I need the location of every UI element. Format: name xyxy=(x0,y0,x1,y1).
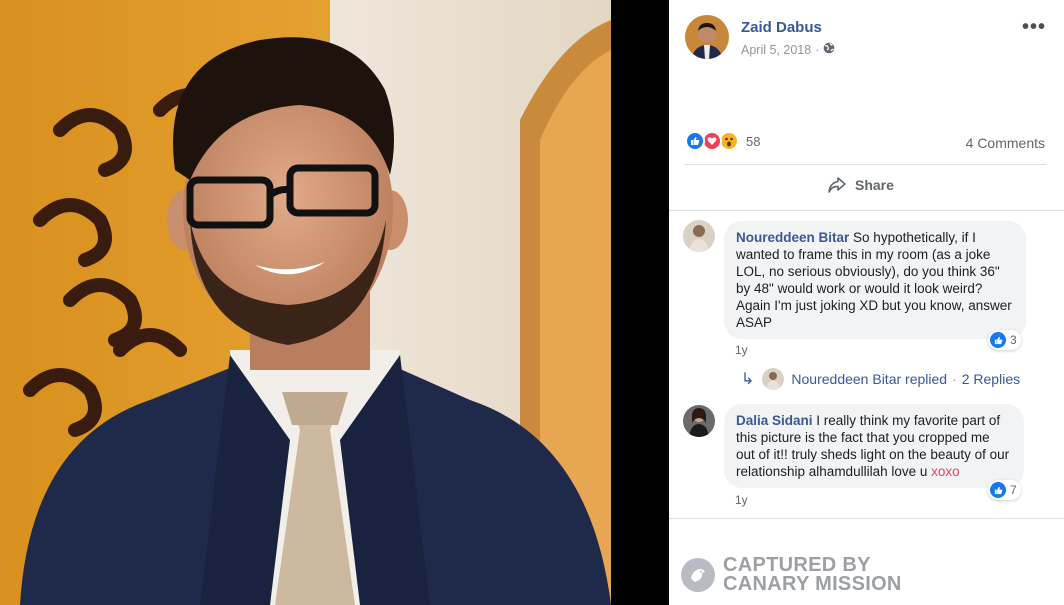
like-count: 3 xyxy=(1010,333,1017,347)
like-count: 7 xyxy=(1010,483,1017,497)
comments-count-link[interactable]: 4 Comments xyxy=(966,135,1045,151)
divider xyxy=(684,164,1046,165)
watermark-line-2: CANARY MISSION xyxy=(723,573,902,595)
post-meta: April 5, 2018 · xyxy=(741,42,835,57)
canary-bird-icon xyxy=(681,558,715,592)
post-date[interactable]: April 5, 2018 xyxy=(741,43,811,57)
author-name[interactable]: Zaid Dabus xyxy=(741,19,822,36)
comment-bubble: Noureddeen Bitar So hypothetically, if I… xyxy=(724,221,1026,339)
share-label: Share xyxy=(855,177,894,193)
canary-mission-watermark: CAPTURED BY CANARY MISSION xyxy=(681,555,902,595)
reply-arrow-icon: ↳ xyxy=(741,371,755,388)
author-avatar[interactable] xyxy=(685,15,729,59)
post-sidebar: Zaid Dabus April 5, 2018 · ••• 58 4 Comm… xyxy=(669,0,1064,605)
reply-author: Noureddeen Bitar replied xyxy=(791,371,948,387)
comment-like-count[interactable]: 3 xyxy=(988,330,1021,350)
comment-text: So hypothetically, if I wanted to frame … xyxy=(736,230,1012,330)
comment-like-count[interactable]: 7 xyxy=(988,480,1021,500)
divider xyxy=(669,518,1064,519)
globe-icon[interactable] xyxy=(823,42,835,57)
reactions-summary[interactable]: 58 xyxy=(685,131,760,151)
like-reaction-icon xyxy=(685,131,705,151)
more-options-button[interactable]: ••• xyxy=(1022,16,1046,39)
thumbs-up-icon xyxy=(990,332,1006,348)
view-replies-link[interactable]: ↳ Noureddeen Bitar replied · 2 Replies xyxy=(741,368,1020,390)
comment-highlight: xoxo xyxy=(931,464,960,479)
comment-age[interactable]: 1y xyxy=(735,493,748,507)
share-icon xyxy=(828,177,846,193)
reaction-count: 58 xyxy=(746,133,761,149)
commenter-avatar[interactable] xyxy=(683,405,715,437)
divider xyxy=(669,210,1064,211)
photo-viewer xyxy=(0,0,669,605)
wow-reaction-icon xyxy=(719,131,739,151)
share-button[interactable]: Share xyxy=(827,176,894,194)
reply-avatar xyxy=(762,368,785,390)
commenter-avatar[interactable] xyxy=(683,220,715,252)
commenter-name[interactable]: Noureddeen Bitar xyxy=(736,230,849,245)
love-reaction-icon xyxy=(702,131,722,151)
reply-count: 2 Replies xyxy=(961,371,1021,387)
reply-separator: · xyxy=(952,371,957,387)
comment-age[interactable]: 1y xyxy=(735,343,748,357)
post-photo[interactable] xyxy=(0,0,611,605)
meta-separator: · xyxy=(815,42,820,57)
commenter-name[interactable]: Dalia Sidani xyxy=(736,413,813,428)
thumbs-up-icon xyxy=(990,482,1006,498)
comment-bubble: Dalia Sidani I really think my favorite … xyxy=(724,404,1024,488)
